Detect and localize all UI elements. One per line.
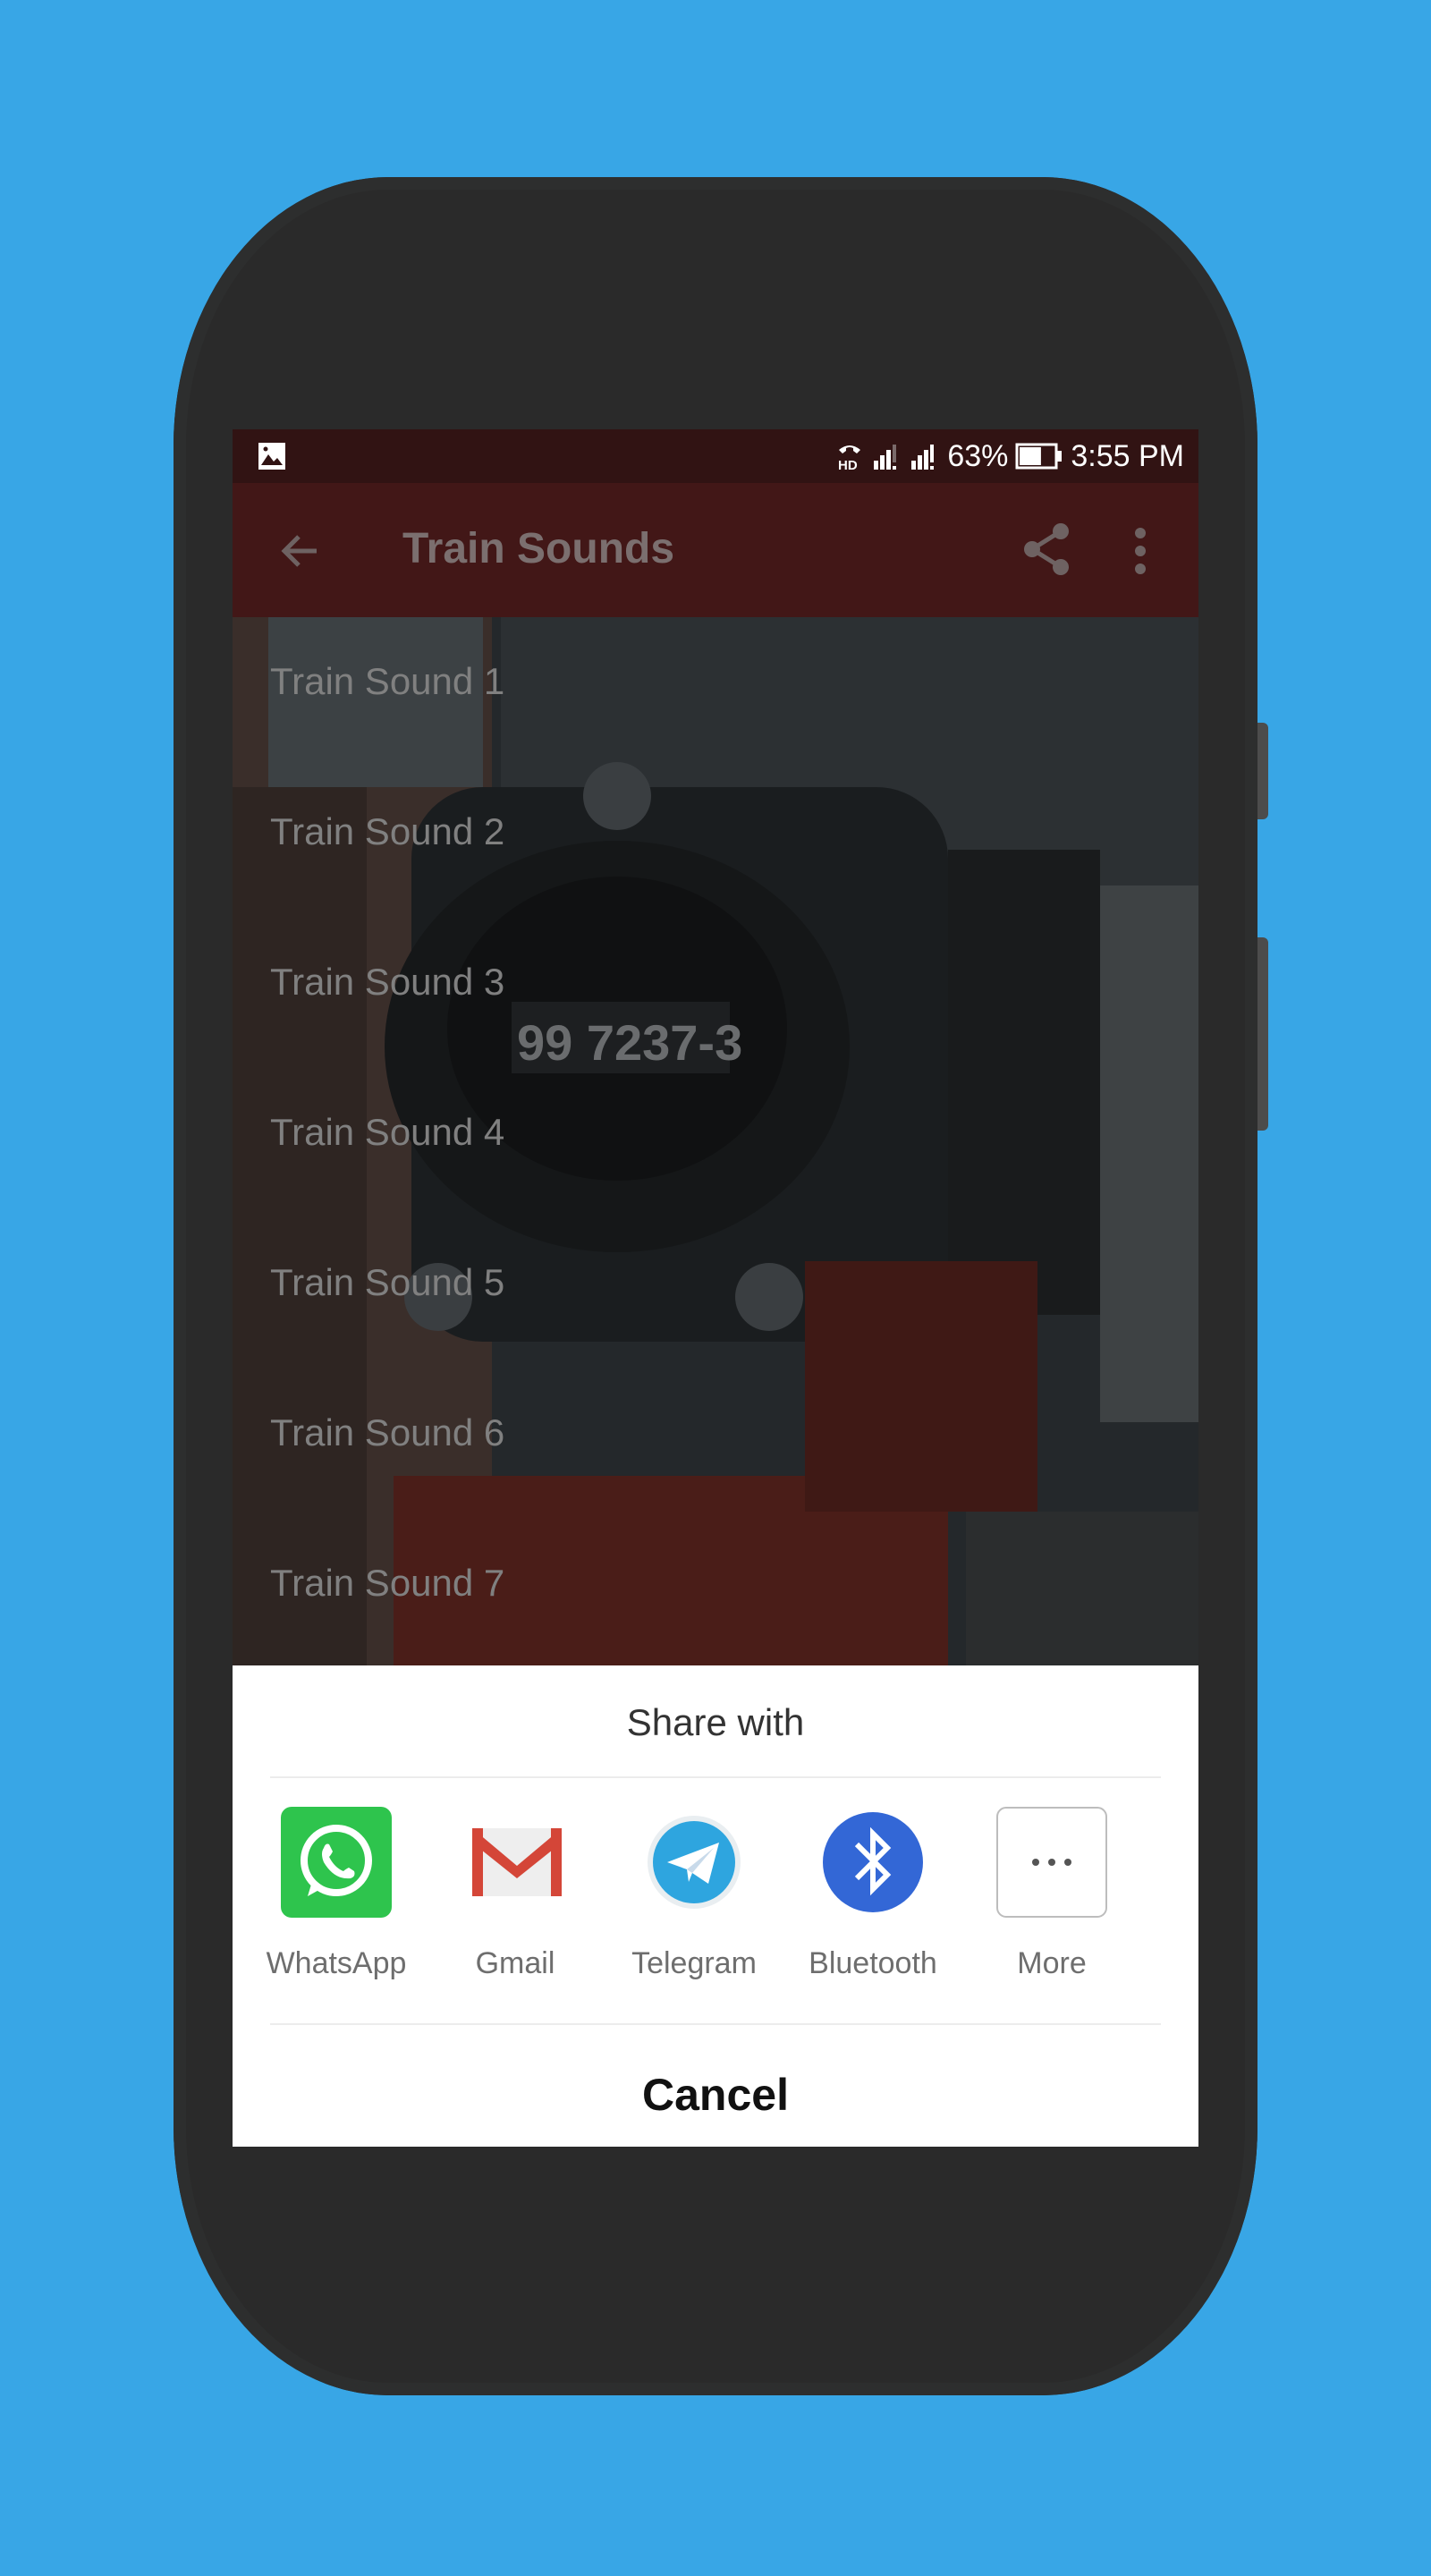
signal-sim1-icon — [874, 445, 897, 470]
svg-text:HD: HD — [838, 458, 858, 471]
share-icon[interactable] — [1020, 521, 1073, 578]
share-target-label: Gmail — [475, 1946, 555, 1980]
app-title: Train Sounds — [402, 525, 675, 572]
share-sheet-title: Share with — [626, 1701, 805, 1743]
image-icon — [258, 443, 285, 470]
share-target-label: More — [1017, 1946, 1087, 1980]
list-item-label: Train Sound 1 — [270, 660, 505, 702]
list-item-label: Train Sound 2 — [270, 810, 505, 852]
list-item-label: Train Sound 6 — [270, 1411, 505, 1453]
device-screen: HD 63% 3:55 PM Train Sounds 99 7237-3 Tr… — [233, 429, 1198, 2147]
list-item-label: Train Sound 5 — [270, 1261, 505, 1303]
battery-icon — [1015, 443, 1063, 470]
bluetooth-icon — [823, 1812, 923, 1912]
list-item[interactable]: Train Sound 7 — [233, 1519, 1198, 1665]
list-item[interactable]: Train Sound 1 — [233, 617, 1198, 767]
power-button — [1257, 723, 1268, 819]
gmail-icon — [472, 1828, 562, 1896]
more-vert-icon[interactable] — [1127, 522, 1154, 580]
whatsapp-icon — [281, 1807, 392, 1918]
list-item[interactable]: Train Sound 4 — [233, 1068, 1198, 1218]
divider — [270, 1776, 1161, 1778]
share-target-label: Telegram — [631, 1946, 757, 1980]
volume-button — [1257, 937, 1268, 1131]
list-item[interactable]: Train Sound 2 — [233, 767, 1198, 918]
share-sheet: Share with WhatsApp Gmail Telegram Bluet… — [233, 1665, 1198, 2147]
divider — [270, 2023, 1161, 2025]
sound-list-container: 99 7237-3 Train Sound 1 Train Sound 2 Tr… — [233, 617, 1198, 1665]
share-target-label: Bluetooth — [809, 1946, 937, 1980]
arrow-left-icon[interactable] — [275, 526, 326, 576]
hd-call-icon: HD — [838, 445, 861, 471]
app-bar: Train Sounds — [233, 483, 1198, 617]
more-horiz-icon — [996, 1807, 1107, 1918]
list-item[interactable]: Train Sound 3 — [233, 918, 1198, 1068]
telegram-icon — [648, 1816, 741, 1909]
list-item-label: Train Sound 3 — [270, 961, 505, 1003]
list-item-label: Train Sound 4 — [270, 1111, 505, 1153]
list-item[interactable]: Train Sound 6 — [233, 1368, 1198, 1519]
sound-list: Train Sound 1 Train Sound 2 Train Sound … — [233, 617, 1198, 1665]
share-targets: WhatsApp Gmail Telegram Bluetooth More — [233, 1807, 1198, 1986]
list-item-label: Train Sound 7 — [270, 1562, 505, 1604]
signal-sim2-icon — [911, 445, 935, 470]
battery-percent: 63% — [947, 438, 1009, 473]
status-bar: HD 63% 3:55 PM — [233, 429, 1198, 483]
list-item[interactable]: Train Sound 5 — [233, 1218, 1198, 1368]
share-target-label: WhatsApp — [266, 1946, 407, 1980]
clock: 3:55 PM — [1071, 438, 1184, 473]
cancel-button[interactable]: Cancel — [233, 2050, 1198, 2140]
